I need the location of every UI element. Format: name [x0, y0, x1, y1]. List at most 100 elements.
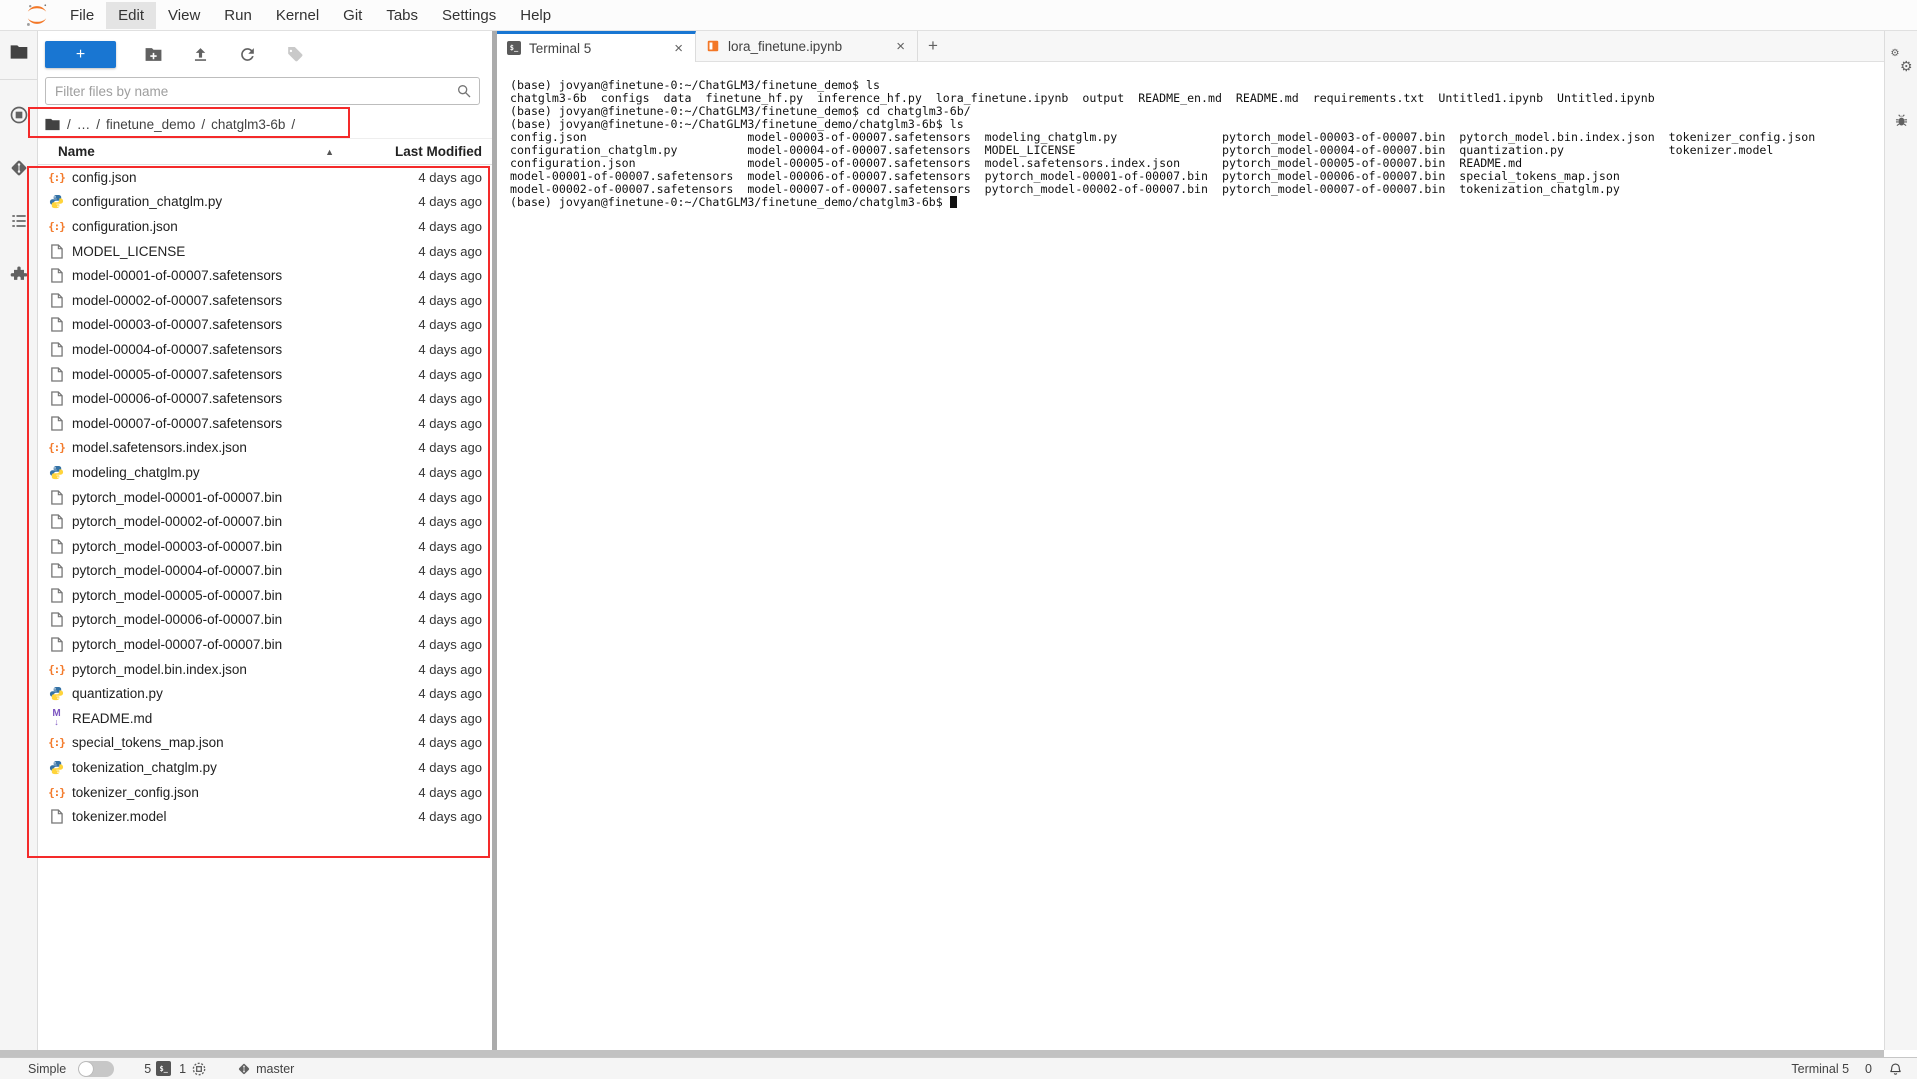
right-activity-bar: ⚙⚙ — [1884, 31, 1917, 1050]
statusbar-context[interactable]: Terminal 5 — [1791, 1062, 1849, 1076]
git-branch-status[interactable]: master — [237, 1062, 294, 1076]
file-file-icon — [48, 341, 65, 357]
file-row[interactable]: {:}special_tokens_map.json4 days ago — [38, 731, 492, 756]
new-folder-button[interactable] — [143, 44, 163, 64]
menu-settings[interactable]: Settings — [430, 2, 508, 29]
json-file-icon: {:} — [48, 735, 65, 751]
file-row[interactable]: model-00002-of-00007.safetensors4 days a… — [38, 288, 492, 313]
file-row[interactable]: pytorch_model-00004-of-00007.bin4 days a… — [38, 559, 492, 584]
bell-icon[interactable] — [1888, 1061, 1903, 1077]
file-name: tokenizer.model — [72, 809, 386, 824]
terminal-icon: $_ — [507, 41, 521, 55]
new-launcher-button[interactable]: + — [45, 41, 116, 68]
tab-terminal-5[interactable]: $_ Terminal 5 × — [497, 31, 696, 62]
kernels-count[interactable]: 1 — [179, 1061, 207, 1077]
file-file-icon — [48, 612, 65, 628]
filter-files-input[interactable] — [45, 77, 480, 105]
simple-mode-toggle[interactable] — [78, 1061, 114, 1077]
extension-manager-tab[interactable] — [0, 253, 38, 295]
menu-help[interactable]: Help — [508, 2, 563, 29]
file-row[interactable]: model-00006-of-00007.safetensors4 days a… — [38, 386, 492, 411]
file-name: model-00003-of-00007.safetensors — [72, 317, 386, 332]
file-row[interactable]: pytorch_model-00003-of-00007.bin4 days a… — [38, 534, 492, 559]
close-tab-icon[interactable]: × — [672, 40, 685, 57]
breadcrumb-ellipsis[interactable]: … — [77, 117, 91, 132]
file-name: pytorch_model-00002-of-00007.bin — [72, 514, 386, 529]
menu-git[interactable]: Git — [331, 2, 374, 29]
jupyterlab-app: FileEditViewRunKernelGitTabsSettingsHelp… — [0, 0, 1917, 1079]
file-name: quantization.py — [72, 686, 386, 701]
sort-ascending-icon[interactable]: ▲ — [325, 147, 334, 157]
file-name: model-00005-of-00007.safetensors — [72, 367, 386, 382]
terminal-panel[interactable]: (base) jovyan@finetune-0:~/ChatGLM3/fine… — [497, 62, 1884, 1050]
property-inspector-tab[interactable]: ⚙⚙ — [1885, 39, 1917, 85]
menu-run[interactable]: Run — [212, 2, 264, 29]
file-row[interactable]: model-00007-of-00007.safetensors4 days a… — [38, 411, 492, 436]
menu-file[interactable]: File — [58, 2, 106, 29]
menu-view[interactable]: View — [156, 2, 212, 29]
refresh-button[interactable] — [237, 44, 257, 64]
tab-label: lora_finetune.ipynb — [728, 39, 842, 54]
file-row[interactable]: model-00005-of-00007.safetensors4 days a… — [38, 362, 492, 387]
file-row[interactable]: {:}tokenizer_config.json4 days ago — [38, 780, 492, 805]
menu-tabs[interactable]: Tabs — [374, 2, 430, 29]
column-name-header[interactable]: Name — [58, 144, 95, 159]
breadcrumb-root-separator: / — [67, 117, 71, 132]
file-row[interactable]: M↓README.md4 days ago — [38, 706, 492, 731]
git-tab[interactable] — [0, 147, 38, 189]
json-file-icon: {:} — [48, 218, 65, 234]
file-file-icon — [48, 489, 65, 505]
add-tab-button[interactable]: + — [918, 31, 948, 61]
file-row[interactable]: modeling_chatglm.py4 days ago — [38, 460, 492, 485]
filter-files-box — [45, 77, 480, 105]
sidebar-divider — [0, 79, 37, 80]
file-modified: 4 days ago — [386, 662, 482, 677]
file-row[interactable]: {:}config.json4 days ago — [38, 165, 492, 190]
file-browser-tab[interactable] — [0, 31, 38, 73]
tab-lora-finetune-notebook[interactable]: lora_finetune.ipynb × — [696, 31, 918, 61]
file-row[interactable]: pytorch_model-00005-of-00007.bin4 days a… — [38, 583, 492, 608]
menu-kernel[interactable]: Kernel — [264, 2, 331, 29]
file-row[interactable]: {:}pytorch_model.bin.index.json4 days ag… — [38, 657, 492, 682]
notifications-count[interactable]: 0 — [1865, 1062, 1872, 1076]
file-row[interactable]: model-00004-of-00007.safetensors4 days a… — [38, 337, 492, 362]
breadcrumb-finetune-demo[interactable]: finetune_demo — [106, 117, 195, 132]
menu-edit[interactable]: Edit — [106, 2, 156, 29]
terminals-count[interactable]: 5 $_ — [144, 1061, 171, 1076]
file-row[interactable]: model-00001-of-00007.safetensors4 days a… — [38, 263, 492, 288]
py-file-icon — [48, 194, 65, 210]
git-tag-button-disabled[interactable] — [284, 44, 304, 64]
notebook-icon — [706, 39, 720, 53]
debugger-tab[interactable] — [1885, 97, 1917, 143]
file-row[interactable]: pytorch_model-00006-of-00007.bin4 days a… — [38, 608, 492, 633]
close-tab-icon[interactable]: × — [894, 38, 907, 55]
file-name: tokenizer_config.json — [72, 785, 386, 800]
file-modified: 4 days ago — [386, 342, 482, 357]
file-modified: 4 days ago — [386, 170, 482, 185]
file-row[interactable]: configuration_chatglm.py4 days ago — [38, 190, 492, 215]
file-modified: 4 days ago — [386, 514, 482, 529]
json-file-icon: {:} — [48, 440, 65, 456]
upload-button[interactable] — [190, 44, 210, 64]
file-row[interactable]: {:}model.safetensors.index.json4 days ag… — [38, 436, 492, 461]
py-file-icon — [48, 686, 65, 702]
file-row[interactable]: tokenization_chatglm.py4 days ago — [38, 755, 492, 780]
file-modified: 4 days ago — [386, 194, 482, 209]
table-of-contents-tab[interactable] — [0, 200, 38, 242]
horizontal-splitter[interactable] — [0, 1050, 1884, 1057]
running-sessions-tab[interactable] — [0, 94, 38, 136]
column-modified-header[interactable]: Last Modified — [392, 144, 482, 159]
file-row[interactable]: pytorch_model-00007-of-00007.bin4 days a… — [38, 632, 492, 657]
file-row[interactable]: tokenizer.model4 days ago — [38, 804, 492, 829]
breadcrumb-chatglm3-6b[interactable]: chatglm3-6b — [211, 117, 285, 132]
file-row[interactable]: quantization.py4 days ago — [38, 681, 492, 706]
file-row[interactable]: {:}configuration.json4 days ago — [38, 214, 492, 239]
file-row[interactable]: pytorch_model-00001-of-00007.bin4 days a… — [38, 485, 492, 510]
file-file-icon — [48, 563, 65, 579]
file-row[interactable]: pytorch_model-00002-of-00007.bin4 days a… — [38, 509, 492, 534]
file-file-icon — [48, 809, 65, 825]
home-folder-icon[interactable] — [44, 116, 61, 133]
file-row[interactable]: model-00003-of-00007.safetensors4 days a… — [38, 313, 492, 338]
file-row[interactable]: MODEL_LICENSE4 days ago — [38, 239, 492, 264]
search-icon — [456, 83, 472, 104]
